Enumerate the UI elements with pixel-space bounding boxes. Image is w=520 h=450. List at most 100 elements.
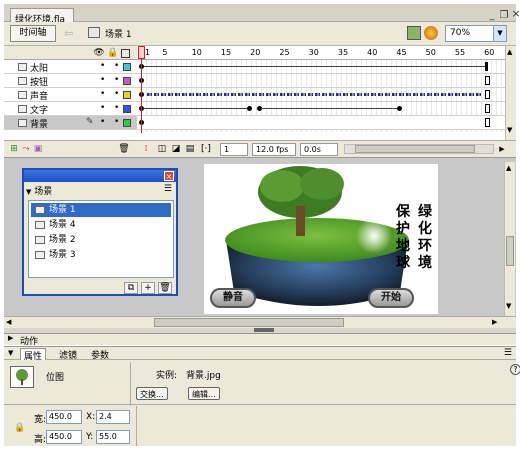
lock-dot[interactable]: • xyxy=(114,89,119,99)
timeline-vertical-scrollbar[interactable]: ▲ ▼ xyxy=(505,46,516,140)
frame-row[interactable] xyxy=(137,60,505,74)
layer-color-swatch[interactable] xyxy=(123,105,131,113)
close-icon[interactable]: × xyxy=(164,171,174,181)
start-button[interactable]: 开始 xyxy=(368,288,414,308)
scene-panel-header[interactable]: ▼ 场景 ☰ xyxy=(26,184,174,197)
insert-layer-icon[interactable]: ⊞ xyxy=(8,143,20,155)
layer-icon xyxy=(18,77,27,85)
visibility-dot[interactable]: • xyxy=(100,89,105,99)
scene-icon xyxy=(35,221,45,229)
layer-row[interactable]: 背景 ✎ • • xyxy=(4,116,137,130)
delete-layer-icon[interactable]: 🗑 xyxy=(118,143,130,155)
scroll-thumb[interactable] xyxy=(154,318,344,327)
frame-row[interactable] xyxy=(137,116,505,130)
edit-symbols-icon[interactable] xyxy=(424,26,438,40)
scroll-thumb[interactable] xyxy=(506,236,514,266)
splitter-handle[interactable] xyxy=(254,328,274,332)
add-scene-icon[interactable]: + xyxy=(141,282,155,294)
insert-folder-icon[interactable]: ▣ xyxy=(32,143,44,155)
back-arrow-icon[interactable]: ⇦ xyxy=(64,27,73,40)
duplicate-scene-icon[interactable]: ⧉ xyxy=(124,282,138,294)
scene-list-item[interactable]: 场景 2 xyxy=(31,233,171,247)
timeline-status-bar: ⊞ ⤳ ▣ 🗑 ⁞ ◫ ◪ ▤ [·] 1 12.0 fps 0.0s ▶ xyxy=(4,140,516,157)
collapse-triangle-icon[interactable]: ▼ xyxy=(8,349,13,357)
onion-markers-icon[interactable]: [·] xyxy=(200,143,212,155)
layer-color-swatch[interactable] xyxy=(123,63,131,71)
edit-scene-icon[interactable] xyxy=(407,26,421,40)
mute-button[interactable]: 静音 xyxy=(210,288,256,308)
outline-icon[interactable] xyxy=(121,49,130,58)
scene-list-item[interactable]: 场景 1 xyxy=(31,203,171,217)
frame-row[interactable] xyxy=(137,88,505,102)
zoom-select[interactable]: 70% ▼ xyxy=(445,25,507,42)
layer-row[interactable]: 按钮 • • xyxy=(4,74,137,88)
layer-row[interactable]: 文字 • • xyxy=(4,102,137,116)
expand-triangle-icon[interactable]: ▶ xyxy=(8,334,13,342)
stage-horizontal-scrollbar[interactable]: ◀ ▶ xyxy=(4,316,516,328)
edit-button[interactable]: 编辑... xyxy=(188,387,220,400)
lock-icon[interactable]: 🔒 xyxy=(107,47,119,59)
frame-rate[interactable]: 12.0 fps xyxy=(252,143,296,156)
actions-panel-bar[interactable]: ▶ 动作 xyxy=(4,333,516,347)
scroll-up-icon[interactable]: ▲ xyxy=(507,48,512,56)
close-icon[interactable]: × xyxy=(510,8,520,20)
x-field[interactable]: 2.4 xyxy=(96,410,130,424)
scene-panel-titlebar[interactable]: × xyxy=(24,170,176,182)
scene-list-item[interactable]: 场景 3 xyxy=(31,248,171,262)
scroll-down-icon[interactable]: ▼ xyxy=(506,302,511,310)
playhead[interactable] xyxy=(138,46,145,146)
lock-dot[interactable]: • xyxy=(114,75,119,85)
swap-button[interactable]: 交换... xyxy=(136,387,168,400)
frame-row[interactable] xyxy=(137,102,505,116)
frame-row[interactable] xyxy=(137,74,505,88)
layer-icon xyxy=(18,119,27,127)
minimize-icon[interactable]: _ xyxy=(486,10,498,22)
scroll-right-icon[interactable]: ▶ xyxy=(492,318,497,326)
layer-name: 按钮 xyxy=(30,78,49,88)
playhead-handle[interactable] xyxy=(138,46,145,59)
panel-menu-icon[interactable]: ☰ xyxy=(164,184,172,194)
frames-grid[interactable] xyxy=(137,60,505,132)
scene-list-item[interactable]: 场景 4 xyxy=(31,218,171,232)
scroll-thumb[interactable] xyxy=(355,145,475,153)
onion-skin-icon[interactable]: ◫ xyxy=(156,143,168,155)
visibility-dot[interactable]: • xyxy=(100,75,105,85)
lock-icon[interactable]: 🔒 xyxy=(14,423,25,433)
scroll-down-icon[interactable]: ▼ xyxy=(507,126,512,134)
visibility-dot[interactable]: • xyxy=(100,103,105,113)
layer-row[interactable]: 声音 • • xyxy=(4,88,137,102)
edit-multiple-frames-icon[interactable]: ▤ xyxy=(184,143,196,155)
onion-outline-icon[interactable]: ◪ xyxy=(170,143,182,155)
visibility-dot[interactable]: • xyxy=(100,61,105,71)
width-field[interactable]: 450.0 xyxy=(46,410,82,424)
layer-color-swatch[interactable] xyxy=(123,77,131,85)
panel-menu-icon[interactable]: ☰ xyxy=(504,348,512,358)
lock-dot[interactable]: • xyxy=(114,61,119,71)
help-icon[interactable]: ? xyxy=(510,364,520,375)
center-frame-icon[interactable]: ⁞ xyxy=(140,143,152,155)
lock-dot[interactable]: • xyxy=(114,117,119,127)
restore-icon[interactable]: ❐ xyxy=(498,10,510,22)
layer-row[interactable]: 太阳 • • xyxy=(4,60,137,74)
scroll-left-icon[interactable]: ◀ xyxy=(6,318,11,326)
timeline-horizontal-scrollbar[interactable] xyxy=(344,144,494,154)
visibility-dot[interactable]: • xyxy=(100,117,105,127)
frame-tick-label: 25 xyxy=(279,48,290,57)
y-field[interactable]: 55.0 xyxy=(96,430,130,444)
scroll-right-icon[interactable]: ▶ xyxy=(496,143,508,155)
add-motion-guide-icon[interactable]: ⤳ xyxy=(20,143,32,155)
chevron-down-icon[interactable]: ▼ xyxy=(493,26,506,41)
scroll-up-icon[interactable]: ▲ xyxy=(506,164,511,172)
eye-icon[interactable]: 👁 xyxy=(93,47,105,59)
lock-dot[interactable]: • xyxy=(114,103,119,113)
layer-color-swatch[interactable] xyxy=(123,119,131,127)
height-field[interactable]: 450.0 xyxy=(46,430,82,444)
delete-scene-icon[interactable]: 🗑 xyxy=(158,282,172,294)
stage-canvas[interactable]: 绿化环境 保护地球 静音 开始 xyxy=(204,164,438,314)
layer-color-swatch[interactable] xyxy=(123,91,131,99)
timeline-toggle-button[interactable]: 时间轴 xyxy=(10,25,56,42)
stage-vertical-scrollbar[interactable]: ▲ ▼ xyxy=(504,162,515,316)
frame-ruler[interactable]: 1 5 10 15 20 25 30 35 40 45 50 55 60 xyxy=(137,46,505,60)
collapse-triangle-icon[interactable]: ▼ xyxy=(26,188,31,196)
instance-label: 实例: xyxy=(156,371,178,381)
